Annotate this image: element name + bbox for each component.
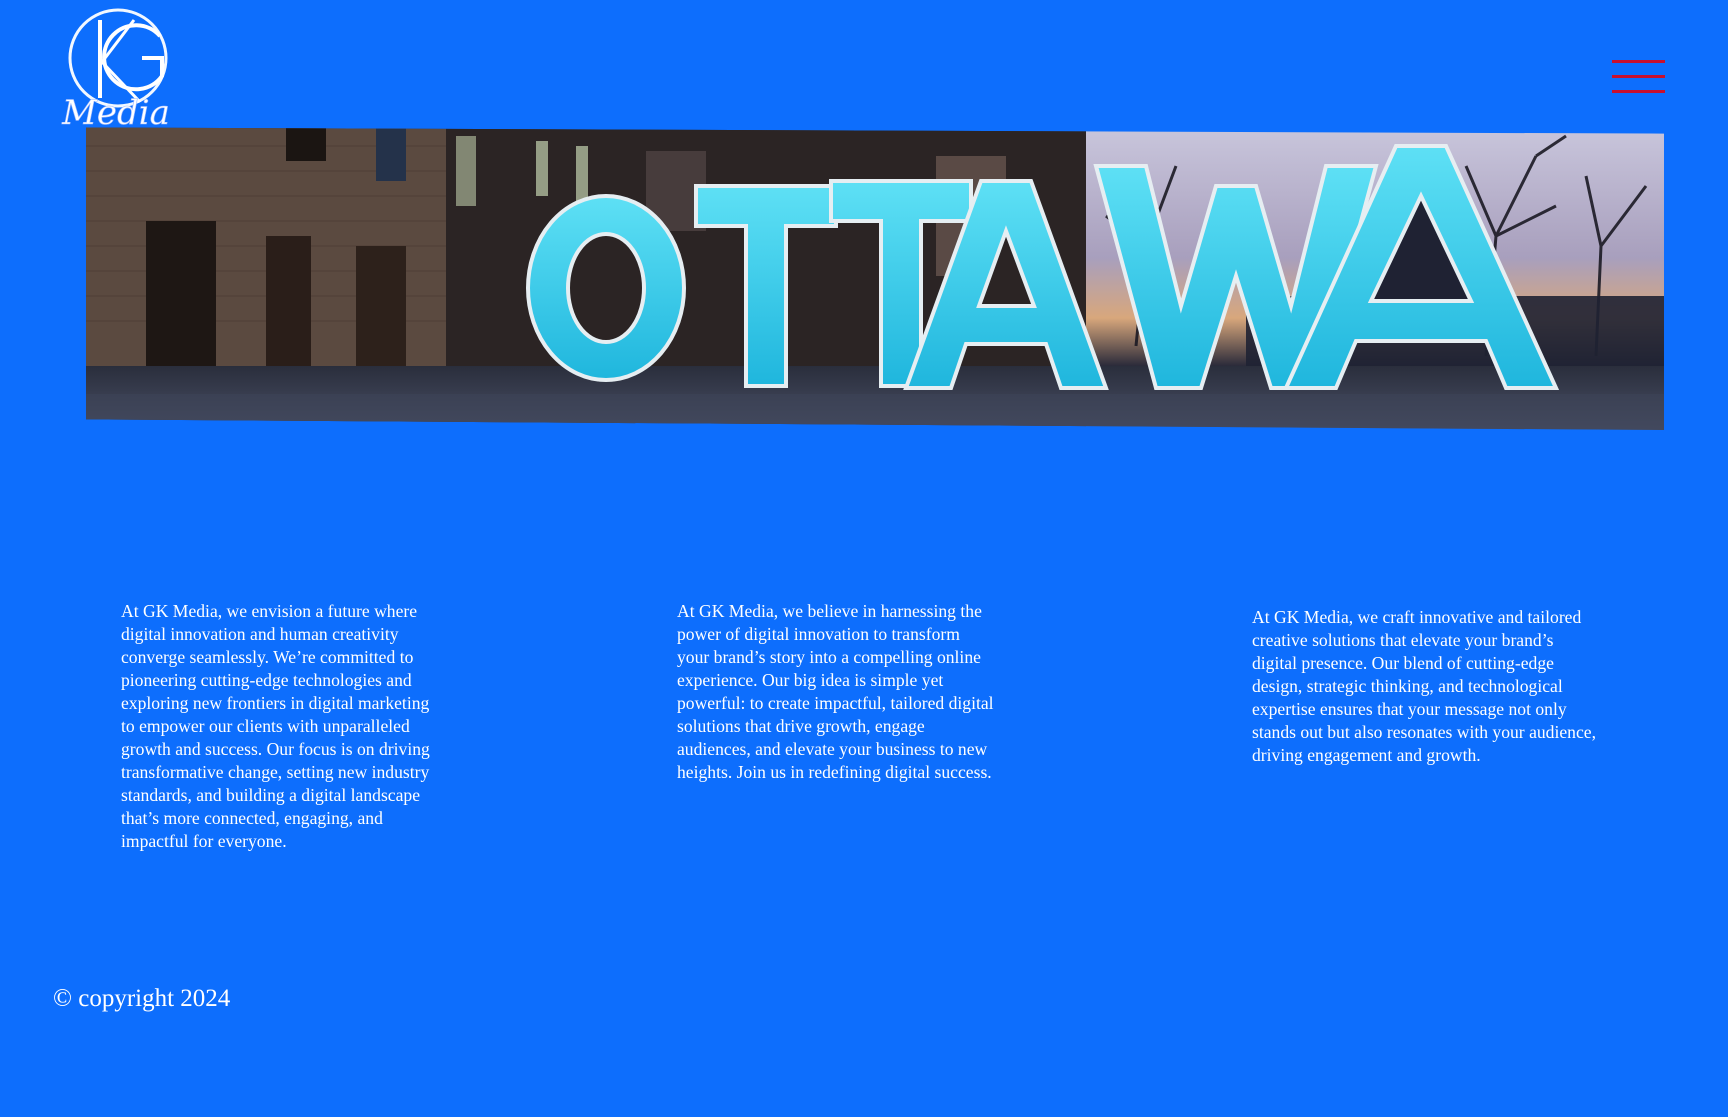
hero-image-ottawa-sign: [86, 127, 1664, 430]
big-idea-text: At GK Media, we believe in harnessing th…: [677, 601, 994, 782]
gk-media-logo[interactable]: Media: [56, 6, 182, 126]
solutions-text: At GK Media, we craft innovative and tai…: [1252, 607, 1596, 765]
menu-bar-bottom: [1612, 90, 1665, 93]
menu-bar-top: [1612, 60, 1665, 63]
hamburger-menu-icon[interactable]: [1612, 60, 1665, 96]
page: Media At GK Media, we envision a future …: [0, 0, 1728, 1117]
logo-text: Media: [61, 93, 170, 126]
copyright-text: © copyright 2024: [53, 985, 231, 1012]
vision-text: At GK Media, we envision a future where …: [121, 601, 430, 851]
logo-icon: Media: [61, 8, 170, 126]
menu-bar-middle: [1612, 75, 1665, 78]
